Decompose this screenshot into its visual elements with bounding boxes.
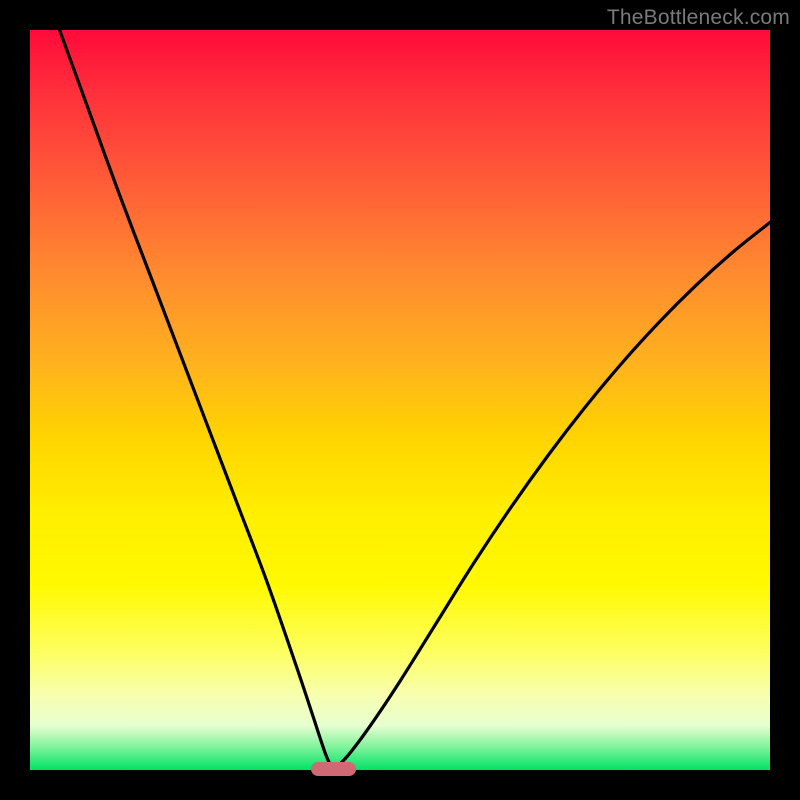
curve-svg (30, 30, 770, 770)
plot-area (30, 30, 770, 770)
curve-left (60, 30, 334, 770)
minimum-marker (311, 762, 355, 776)
chart-frame: TheBottleneck.com (0, 0, 800, 800)
curve-right (333, 222, 770, 770)
watermark-text: TheBottleneck.com (607, 6, 790, 30)
